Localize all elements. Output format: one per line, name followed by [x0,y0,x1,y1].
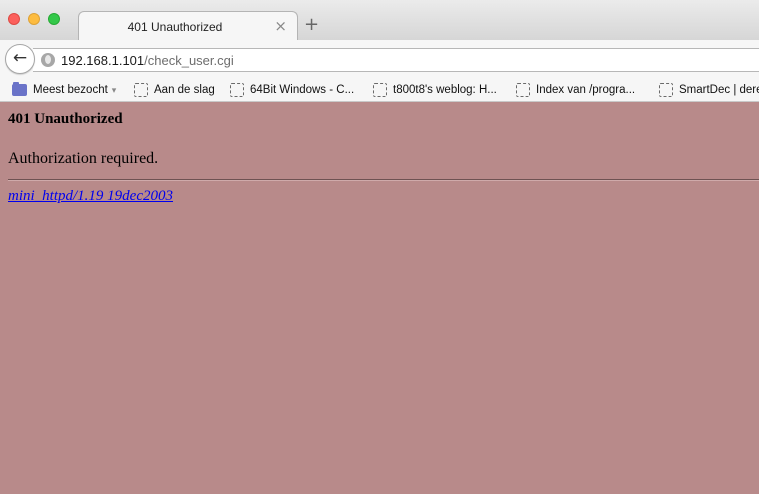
bookmark-index-van[interactable]: Index van /progra... [516,82,635,98]
tab-active[interactable]: 401 Unauthorized × [78,11,298,41]
bookmark-label: t800t8's weblog: H... [393,84,497,96]
horizontal-rule [8,179,759,181]
page-title: 401 Unauthorized [8,111,123,127]
bookmark-label: Meest bezocht [33,84,108,96]
back-button[interactable]: ← [5,44,35,74]
bookmarks-toolbar: Meest bezocht ▾ Aan de slag 64Bit Windows… [0,77,759,102]
page-icon [230,83,244,97]
url-path: /check_user.cgi [144,53,234,68]
bookmark-aan-de-slag[interactable]: Aan de slag [134,82,215,98]
server-signature-link[interactable]: mini_httpd/1.19 19dec2003 [8,188,173,205]
back-arrow-icon: ← [12,48,28,68]
url-host: 192.168.1.101 [61,53,145,68]
bookmark-label: 64Bit Windows - C... [250,84,355,96]
folder-icon [12,82,27,96]
url-text[interactable]: 192.168.1.101/check_user.cgi [61,53,234,68]
globe-icon [41,53,55,67]
window-zoom-button[interactable] [48,13,60,25]
page-icon [134,83,148,97]
tab-close-icon[interactable]: × [274,17,287,35]
tab-title: 401 Unauthorized [127,20,223,34]
url-bar[interactable]: 192.168.1.101/check_user.cgi [33,48,759,72]
window-close-button[interactable] [8,13,20,25]
bookmark-label: SmartDec | dere [679,84,759,96]
chevron-down-icon: ▾ [111,85,117,95]
title-bar: 401 Unauthorized × + [0,0,759,41]
window-minimize-button[interactable] [28,13,40,25]
page-content: 401 Unauthorized Authorization required.… [0,103,759,494]
page-icon [659,83,673,97]
bookmark-most-visited[interactable]: Meest bezocht ▾ [12,82,116,98]
bookmark-label: Index van /progra... [536,84,636,96]
new-tab-icon[interactable]: + [304,14,319,35]
error-message: Authorization required. [8,150,159,167]
bookmark-smartdec[interactable]: SmartDec | dere [659,82,759,98]
page-icon [373,83,387,97]
page-icon [516,83,530,97]
bookmark-label: Aan de slag [154,84,215,96]
navigation-bar: 192.168.1.101/check_user.cgi ← [0,40,759,77]
bookmark-64bit-windows[interactable]: 64Bit Windows - C... [230,82,354,98]
bookmark-t800t8-weblog[interactable]: t800t8's weblog: H... [373,82,497,98]
